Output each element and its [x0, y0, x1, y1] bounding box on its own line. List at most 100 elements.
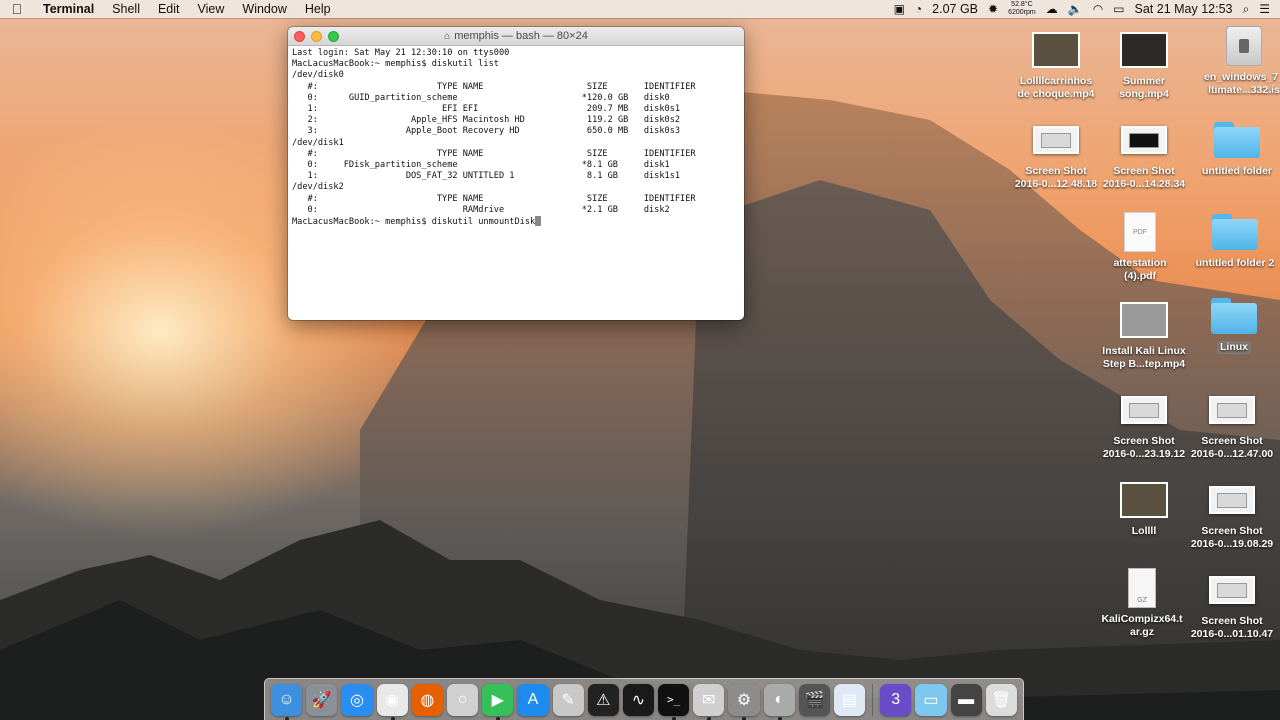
facetime-icon[interactable]: ▶ [482, 683, 514, 720]
fan-icon[interactable]: ✹ [988, 2, 998, 16]
terminal-window[interactable]: ⌂ memphis — bash — 80×24 Last login: Sat… [288, 27, 744, 320]
desktop-icon-label: Screen Shot 2016-0...14.28.34 [1102, 165, 1186, 190]
disk-image-icon [1226, 26, 1262, 66]
downloads-folder-icon[interactable]: ▭ [915, 683, 947, 716]
window-title-text: memphis — bash — 80×24 [454, 30, 588, 42]
menu-view[interactable]: View [189, 0, 234, 18]
desktop-icon-label: Screen Shot 2016-0...19.08.29 [1190, 525, 1274, 550]
dock: ☺ 🚀 ◎ ◉ ◍ ○ ▶ A ✎ ⚠ ∿ >_ ✉ ⚙ ◐ 🎬 ▤ 3 ▭ ▬ 🗑 [264, 678, 1024, 720]
minimize-button[interactable] [311, 31, 322, 42]
terminal-line: /dev/disk0 [292, 70, 344, 81]
cloud-icon[interactable]: ☁ [1046, 2, 1058, 16]
desktop-icon-screenshot[interactable]: Screen Shot 2016-0...01.10.47 [1184, 570, 1280, 641]
status-area: ▣ ◔ 2.07 GB ✹ 52.8°C 6200rpm ☁ 🔈 ◠ ▭ Sat… [894, 1, 1280, 17]
close-button[interactable] [294, 31, 305, 42]
screenshot-thumbnail-icon [1033, 126, 1079, 154]
mail-icon[interactable]: 3 [880, 683, 912, 716]
temperature-value: 52.8°C [1011, 1, 1033, 8]
desktop-icon-screenshot[interactable]: Screen Shot 2016-0...19.08.29 [1184, 480, 1280, 551]
spotlight-search-icon[interactable]: ⌕ [1243, 2, 1250, 17]
screenshot-thumbnail-icon [1209, 486, 1255, 514]
text-cursor [535, 216, 542, 227]
desktop-icon-video[interactable]: Install Kali Linux Step B...tep.mp4 [1096, 300, 1192, 371]
desktop-icon-label: Screen Shot 2016-0...01.10.47 [1190, 615, 1274, 640]
app-store-icon[interactable]: A [517, 683, 549, 716]
desktop-icon-screenshot[interactable]: Screen Shot 2016-0...14.28.34 [1096, 120, 1192, 191]
desktop-icon-video[interactable]: Lollll [1096, 480, 1192, 538]
script-editor-icon[interactable]: ✎ [552, 683, 584, 716]
desktop-icon-folder-selected[interactable]: Linux [1186, 296, 1280, 354]
firefox-icon[interactable]: ◍ [411, 683, 443, 716]
video-thumbnail-icon [1120, 482, 1168, 518]
disk-utility-icon[interactable]: ◐ [763, 683, 795, 720]
desktop-icon-screenshot[interactable]: Screen Shot 2016-0...12.47.00 [1184, 390, 1280, 461]
console-icon[interactable]: ⚠ [587, 683, 619, 716]
document-icon[interactable]: ▤ [834, 683, 866, 716]
video-icon[interactable]: 🎬 [798, 683, 830, 716]
screenshot-thumbnail-icon [1121, 126, 1167, 154]
title-bar[interactable]: ⌂ memphis — bash — 80×24 [288, 27, 744, 46]
desktop-icon-folder[interactable]: untitled folder 2 [1187, 212, 1280, 270]
zoom-button[interactable] [328, 31, 339, 42]
trash-icon[interactable]: 🗑 [985, 683, 1017, 716]
desktop-icon-screenshot[interactable]: Screen Shot 2016-0...12.48.18 [1008, 120, 1104, 191]
terminal-prompt-line[interactable]: MacLacusMacBook:~ memphis$ diskutil unmo… [292, 216, 740, 228]
pdf-badge: PDF [1133, 228, 1147, 236]
terminal-line: 1: EFI EFI 209.7 MB disk0s1 [292, 104, 681, 115]
menu-app-terminal[interactable]: Terminal [34, 0, 103, 18]
desktop-icon-label: Linux [1217, 341, 1251, 354]
wifi-icon[interactable]: ◠ [1093, 2, 1103, 16]
menu-help[interactable]: Help [296, 0, 340, 18]
desktop-icon-label: Screen Shot 2016-0...12.48.18 [1014, 165, 1098, 190]
terminal-icon[interactable]: >_ [658, 683, 690, 720]
desktop-icon-label: KaliCompizx64.t ar.gz [1101, 613, 1183, 638]
video-thumbnail-icon [1120, 302, 1168, 338]
screen-icon[interactable]: ▬ [950, 683, 982, 716]
memory-icon[interactable]: ◔ [915, 2, 922, 16]
terminal-output[interactable]: Last login: Sat May 21 12:30:10 on ttys0… [288, 46, 744, 230]
desktop-icon-screenshot[interactable]: Screen Shot 2016-0...23.19.12 [1096, 390, 1192, 461]
desktop-icon-video[interactable]: Summer song.mp4 [1096, 30, 1192, 101]
archive-file-icon: GZ [1128, 568, 1156, 608]
opera-icon[interactable]: ○ [446, 683, 479, 716]
apple-menu-icon[interactable]:  [0, 1, 34, 17]
video-thumbnail-icon [1032, 32, 1080, 68]
desktop-icon-folder[interactable]: untitled folder [1189, 120, 1280, 178]
finder-icon[interactable]: ☺ [271, 683, 303, 720]
volume-icon[interactable]: 🔈 [1068, 2, 1083, 16]
folder-icon [1212, 214, 1258, 250]
terminal-line: /dev/disk1 [292, 137, 344, 148]
folder-icon [1211, 298, 1257, 334]
terminal-prompt-text: MacLacusMacBook:~ memphis$ diskutil unmo… [292, 217, 536, 228]
chrome-icon[interactable]: ◉ [376, 683, 408, 720]
safari-icon[interactable]: ◎ [341, 683, 373, 716]
terminal-line: 0: RAMdrive *2.1 GB disk2 [292, 204, 670, 215]
preview-icon[interactable]: ✉ [693, 683, 725, 720]
system-preferences-icon[interactable]: ⚙ [728, 683, 760, 720]
launchpad-icon[interactable]: 🚀 [306, 683, 338, 716]
desktop-icon-label: Summer song.mp4 [1119, 75, 1169, 100]
desktop-icon-disk-image[interactable]: en_windows_7_ ltimate...332.is [1196, 26, 1280, 97]
desktop-icon-label: Lollll [1131, 525, 1157, 537]
desktop-icon-pdf[interactable]: PDF attestation (4).pdf [1092, 212, 1188, 283]
terminal-line: /dev/disk2 [292, 182, 344, 193]
menu-shell[interactable]: Shell [103, 0, 149, 18]
memory-readout[interactable]: 2.07 GB [932, 2, 978, 16]
screen-record-icon[interactable]: ▣ [894, 2, 905, 16]
temperature-readout[interactable]: 52.8°C 6200rpm [1008, 1, 1036, 17]
screenshot-thumbnail-icon [1209, 576, 1255, 604]
menu-edit[interactable]: Edit [149, 0, 189, 18]
desktop-icon-label: Lollllcarrinhos de choque.mp4 [1017, 75, 1095, 100]
window-controls [294, 31, 339, 42]
menu-window[interactable]: Window [233, 0, 295, 18]
folder-icon [1214, 122, 1260, 158]
activity-monitor-icon[interactable]: ∿ [622, 683, 655, 716]
desktop-icon-archive[interactable]: GZ KaliCompizx64.t ar.gz [1094, 568, 1190, 639]
terminal-line: 2: Apple_HFS Macintosh HD 119.2 GB disk0… [292, 115, 681, 126]
desktop-icon-video[interactable]: Lollllcarrinhos de choque.mp4 [1008, 30, 1104, 101]
terminal-line: #: TYPE NAME SIZE IDENTIFIER [292, 193, 696, 204]
clock[interactable]: Sat 21 May 12:53 [1135, 2, 1233, 16]
notification-center-icon[interactable]: ☰ [1259, 2, 1270, 16]
menu-bar:  Terminal Shell Edit View Window Help ▣… [0, 0, 1280, 18]
battery-icon[interactable]: ▭ [1113, 2, 1124, 16]
